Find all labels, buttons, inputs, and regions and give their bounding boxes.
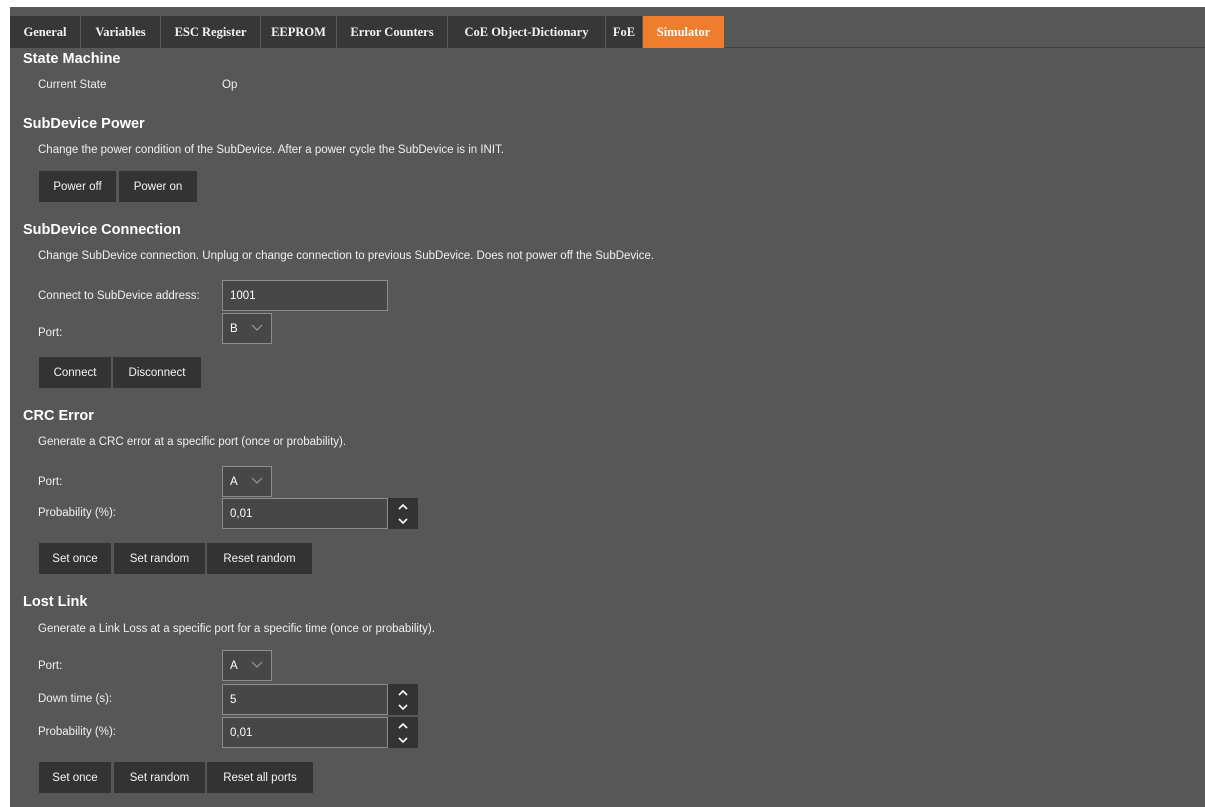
lost-link-heading: Lost Link <box>23 594 88 610</box>
crc-probability-value: 0,01 <box>230 507 253 520</box>
lost-link-set-once-button[interactable]: Set once <box>39 762 111 793</box>
crc-set-once-button[interactable]: Set once <box>39 543 111 574</box>
subdevice-address-value: 1001 <box>230 289 256 302</box>
lost-link-port-label: Port: <box>38 660 63 672</box>
simulator-window: General Variables ESC Register EEPROM Er… <box>10 7 1205 807</box>
chevron-down-icon <box>251 477 263 484</box>
increment-button[interactable] <box>388 499 418 514</box>
subdevice-address-input[interactable]: 1001 <box>222 280 388 311</box>
lost-link-probability-input[interactable]: 0,01 <box>222 717 388 748</box>
lost-link-set-random-button[interactable]: Set random <box>114 762 205 793</box>
power-off-button[interactable]: Power off <box>39 171 116 202</box>
subdevice-power-heading: SubDevice Power <box>23 116 145 132</box>
chevron-down-icon <box>398 517 408 524</box>
connection-port-value: B <box>230 322 238 335</box>
simulator-panel: State Machine Current State Op SubDevice… <box>10 7 1205 807</box>
subdevice-connection-heading: SubDevice Connection <box>23 222 181 238</box>
lost-link-probability-stepper <box>388 717 418 748</box>
crc-error-description: Generate a CRC error at a specific port … <box>38 436 347 448</box>
crc-port-label: Port: <box>38 476 63 488</box>
connect-button[interactable]: Connect <box>39 357 111 388</box>
crc-port-select[interactable]: A <box>222 466 272 497</box>
connect-address-label: Connect to SubDevice address: <box>38 290 200 302</box>
lost-link-port-value: A <box>230 659 238 672</box>
subdevice-connection-description: Change SubDevice connection. Unplug or c… <box>38 250 655 262</box>
subdevice-power-description: Change the power condition of the SubDev… <box>38 144 505 156</box>
down-time-label: Down time (s): <box>38 693 113 705</box>
down-time-value: 5 <box>230 693 237 706</box>
increment-button[interactable] <box>388 685 418 700</box>
power-on-button[interactable]: Power on <box>119 171 197 202</box>
chevron-down-icon <box>398 736 408 743</box>
crc-error-heading: CRC Error <box>23 408 94 424</box>
crc-probability-input[interactable]: 0,01 <box>222 498 388 529</box>
lost-link-description: Generate a Link Loss at a specific port … <box>38 623 435 635</box>
chevron-down-icon <box>251 661 263 668</box>
chevron-down-icon <box>251 324 263 331</box>
crc-port-value: A <box>230 475 238 488</box>
chevron-up-icon <box>398 503 408 510</box>
crc-probability-stepper <box>388 498 418 529</box>
current-state-value: Op <box>222 79 238 91</box>
lost-link-probability-value: 0,01 <box>230 726 253 739</box>
decrement-button[interactable] <box>388 700 418 715</box>
connection-port-label: Port: <box>38 327 63 339</box>
current-state-label: Current State <box>38 79 107 91</box>
lost-link-port-select[interactable]: A <box>222 650 272 681</box>
decrement-button[interactable] <box>388 514 418 529</box>
disconnect-button[interactable]: Disconnect <box>113 357 201 388</box>
connection-port-select[interactable]: B <box>222 313 272 344</box>
increment-button[interactable] <box>388 718 418 733</box>
lost-link-probability-label: Probability (%): <box>38 726 116 738</box>
crc-set-random-button[interactable]: Set random <box>114 543 205 574</box>
down-time-stepper <box>388 684 418 715</box>
decrement-button[interactable] <box>388 733 418 748</box>
chevron-up-icon <box>398 722 408 729</box>
crc-reset-random-button[interactable]: Reset random <box>207 543 312 574</box>
down-time-input[interactable]: 5 <box>222 684 388 715</box>
state-machine-heading: State Machine <box>23 51 121 67</box>
chevron-up-icon <box>398 689 408 696</box>
chevron-down-icon <box>398 703 408 710</box>
crc-probability-label: Probability (%): <box>38 507 116 519</box>
reset-all-ports-button[interactable]: Reset all ports <box>207 762 313 793</box>
